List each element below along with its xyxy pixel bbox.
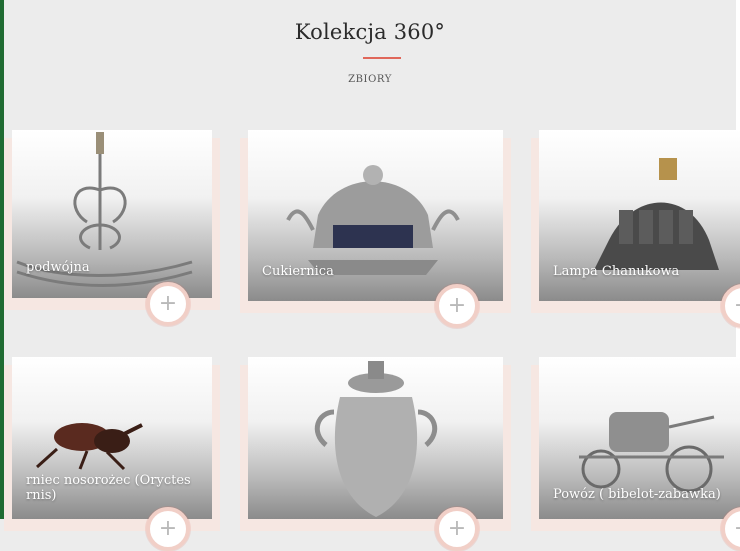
expand-button[interactable]: + [435, 284, 479, 328]
expand-button[interactable]: + [435, 507, 479, 551]
plus-icon: + [734, 295, 740, 317]
page-title: Kolekcja 360° [294, 20, 446, 44]
plus-icon: + [734, 518, 740, 540]
collection-card-podwojna[interactable]: podwójna + [4, 130, 220, 326]
title-underline [363, 57, 401, 59]
card-image-frame: podwójna [12, 130, 212, 298]
collection-card-zuk-nosorozec[interactable]: rniec nosorożec (Oryctes rnis) + [4, 357, 220, 551]
card-label: Cukiernica [262, 264, 334, 279]
card-image-frame: rniec nosorożec (Oryctes rnis) [12, 357, 212, 519]
card-image-frame: Powóz ( bibelot-zabawka) [539, 357, 740, 519]
card-label: Powóz ( bibelot-zabawka) [553, 487, 721, 502]
card-image-frame: Cukiernica [248, 130, 503, 301]
card-image-frame: Lampa Chanukowa [539, 130, 740, 301]
object-image [314, 361, 438, 517]
plus-icon: + [158, 291, 178, 316]
collection-card-urn[interactable]: + [240, 357, 511, 551]
card-label: rniec nosorożec (Oryctes rnis) [26, 473, 191, 503]
collection-card-lampa-chanukowa[interactable]: Lampa Chanukowa + [531, 130, 740, 328]
card-image-frame [248, 357, 503, 519]
card-label: podwójna [26, 260, 90, 275]
expand-button[interactable]: + [146, 507, 190, 551]
plus-icon: + [447, 293, 467, 318]
collection-card-cukiernica[interactable]: Cukiernica + [240, 130, 511, 328]
card-label: Lampa Chanukowa [553, 264, 680, 279]
collection-card-powoz[interactable]: Powóz ( bibelot-zabawka) + [531, 357, 740, 551]
expand-button[interactable]: + [146, 282, 190, 326]
plus-icon: + [447, 516, 467, 541]
plus-icon: + [158, 516, 178, 541]
section-subtitle: ZBIORY [348, 74, 392, 85]
